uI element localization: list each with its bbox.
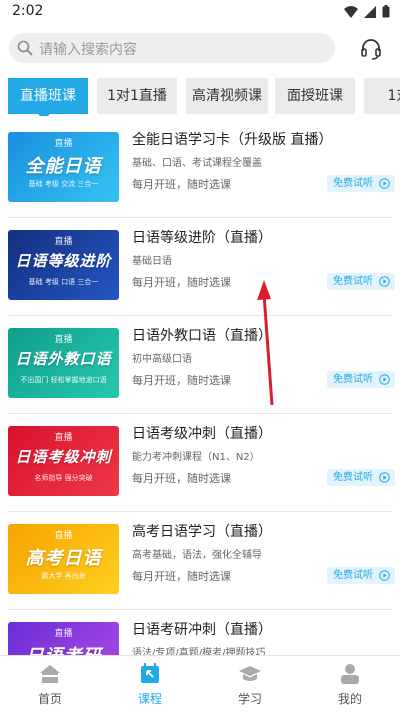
annotation-arrow: [257, 280, 274, 406]
